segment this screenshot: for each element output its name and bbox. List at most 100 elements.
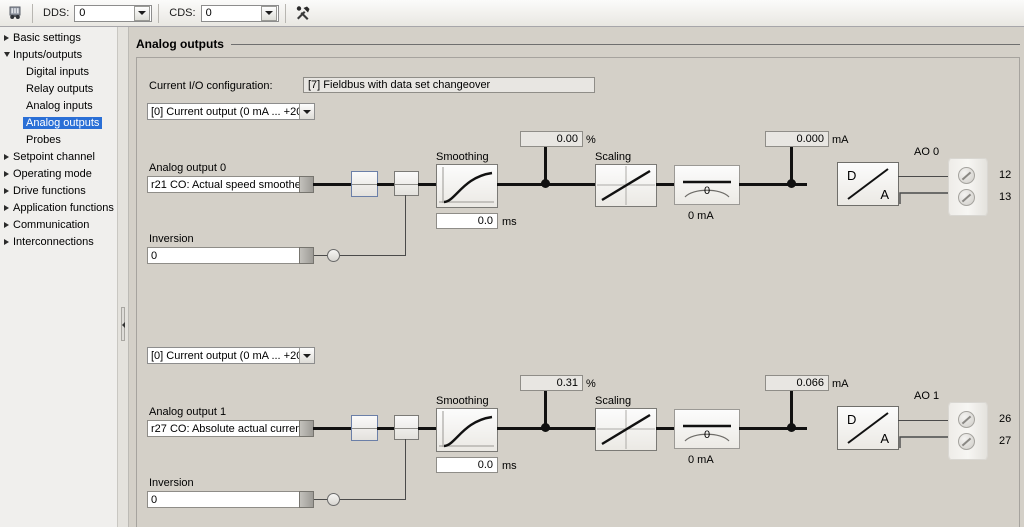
chevron-right-icon[interactable] [0,187,13,194]
drive-rack-icon[interactable] [4,3,26,24]
terminal-screw-icon[interactable] [958,411,975,428]
channel0-offset-unit: 0 mA [688,210,714,222]
channel1-scaling-block[interactable] [595,408,657,451]
channel0-terminal-label: AO 0 [914,146,940,158]
channel0-mode-select[interactable]: [0] Current output (0 mA ... +20 [147,103,315,120]
wire-scaling-to-offset [656,183,675,186]
channel1-source-selector[interactable]: r27 CO: Absolute actual curren [147,420,314,437]
wire-offset-to-dac [739,427,807,430]
channel0-smoothing-label: Smoothing [436,151,489,163]
channel0-source-connector[interactable] [299,176,314,193]
channel1-source-connector[interactable] [299,420,314,437]
toolbar-separator-3 [284,3,286,23]
channel0-source-selector[interactable]: r21 CO: Actual speed smoothe [147,176,314,193]
channel1-offset-unit: 0 mA [688,454,714,466]
channel0-block-a[interactable] [351,171,378,197]
dds-combobox[interactable]: 0 [74,4,153,22]
channel1-smoothing-block[interactable] [436,408,498,452]
chevron-down-icon[interactable] [260,5,277,21]
wire-source-to-block [313,183,351,186]
sidebar-item-label: Inputs/outputs [13,48,83,61]
channel1-inversion-label: Inversion [149,477,194,489]
chevron-right-icon[interactable] [0,153,13,160]
dds-value: 0 [79,7,86,19]
sidebar-item-analog-outputs[interactable]: Analog outputs [0,114,117,131]
terminal-screw-icon[interactable] [958,433,975,450]
cds-combobox[interactable]: 0 [200,4,279,22]
channel0-offset-block[interactable]: 0 [674,165,740,205]
application-window: DDS: 0 CDS: 0 Basic settings Inputs/outp… [0,0,1024,527]
channel0-percent-unit: % [586,134,596,146]
wire-inversion-v [405,439,406,499]
channel1-offset-block[interactable]: 0 [674,409,740,449]
sidebar-item-label: Analog outputs [23,116,103,129]
sidebar-item-probes[interactable]: Probes [0,131,117,148]
sidebar-item-relay-outputs[interactable]: Relay outputs [0,80,117,97]
wire-inversion-h1 [314,255,328,256]
sidebar-item-label: Drive functions [13,184,86,197]
wire-node-to-scaling [546,183,595,186]
sidebar-item-analog-inputs[interactable]: Analog inputs [0,97,117,114]
channel1-dac-block[interactable]: D A [837,406,899,450]
channel1-source-value: r27 CO: Absolute actual curren [147,420,299,437]
channel0-inversion-selector[interactable]: 0 [147,247,314,264]
cds-label: CDS: [169,7,196,19]
chevron-down-icon[interactable] [134,5,151,21]
channel0-smoothing-block[interactable] [436,164,498,208]
channel0-scaling-block[interactable] [595,164,657,207]
dds-label: DDS: [43,7,70,19]
sidebar-splitter[interactable] [118,27,129,527]
channel1-block-b[interactable] [394,415,419,440]
sidebar-item-inputs-outputs[interactable]: Inputs/outputs [0,46,117,63]
channel1-inversion-selector[interactable]: 0 [147,491,314,508]
chevron-right-icon[interactable] [0,221,13,228]
chevron-down-icon[interactable] [299,348,314,363]
chevron-right-icon[interactable] [0,238,13,245]
wire-dac-to-terminal [898,176,950,177]
channel1-inversion-node-icon[interactable] [327,493,340,506]
channel0-smoothing-input[interactable]: 0.0 [436,213,498,229]
sidebar-item-application-functions[interactable]: Application functions [0,199,117,216]
sidebar-item-label: Operating mode [13,167,92,180]
sidebar-item-communication[interactable]: Communication [0,216,117,233]
channel1-smoothing-input[interactable]: 0.0 [436,457,498,473]
channel0-inversion-node-icon[interactable] [327,249,340,262]
sidebar-item-operating-mode[interactable]: Operating mode [0,165,117,182]
navigation-sidebar[interactable]: Basic settings Inputs/outputs Digital in… [0,27,118,527]
content-area: Analog outputs Current I/O configuration… [130,27,1024,527]
chevron-down-icon[interactable] [0,52,13,57]
wire-inversion-h2 [340,499,406,500]
sidebar-item-setpoint-channel[interactable]: Setpoint channel [0,148,117,165]
wire-source-to-block [313,427,351,430]
terminal-screw-icon[interactable] [958,167,975,184]
cds-value: 0 [205,7,212,19]
channel1-current-unit: mA [832,378,849,390]
toolbar-separator-1 [32,3,33,23]
sidebar-item-drive-functions[interactable]: Drive functions [0,182,117,199]
junction-dot-current [787,423,796,432]
channel1-title: Analog output 1 [149,406,227,418]
chevron-right-icon[interactable] [0,34,13,41]
channel1-block-a[interactable] [351,415,378,441]
channel0-terminal-block[interactable] [948,158,988,216]
channel1-inversion-value: 0 [147,491,299,508]
chevron-right-icon[interactable] [0,170,13,177]
sidebar-item-interconnections[interactable]: Interconnections [0,233,117,250]
channel1-mode-select[interactable]: [0] Current output (0 mA ... +20 [147,347,315,364]
wire-inversion-h1 [314,499,328,500]
channel1-terminal-block[interactable] [948,402,988,460]
chevron-right-icon[interactable] [0,204,13,211]
channel0-block-b[interactable] [394,171,419,196]
hammer-wrench-icon[interactable] [292,3,314,24]
sidebar-item-basic-settings[interactable]: Basic settings [0,29,117,46]
channel1-inversion-connector[interactable] [299,491,314,508]
channel0-dac-block[interactable]: D A [837,162,899,206]
chevron-down-icon[interactable] [299,104,314,119]
terminal-screw-icon[interactable] [958,189,975,206]
channel0-smoothing-unit: ms [502,216,517,228]
wire-block-b-to-smoothing [418,183,437,186]
channel0-scaling-label: Scaling [595,151,632,163]
sidebar-item-digital-inputs[interactable]: Digital inputs [0,63,117,80]
splitter-grip[interactable] [121,307,125,341]
channel0-inversion-connector[interactable] [299,247,314,264]
